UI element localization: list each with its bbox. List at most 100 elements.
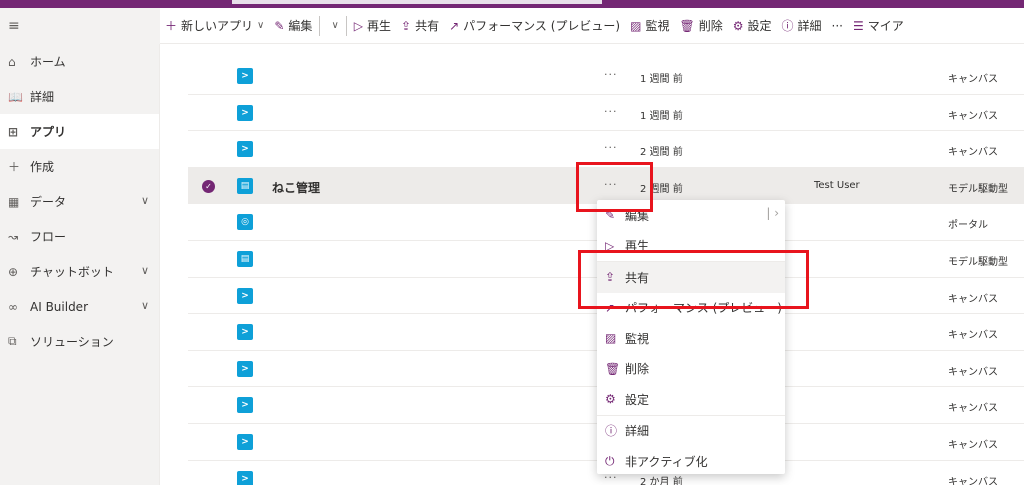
share-button[interactable]: ⇪ 共有 (396, 8, 444, 43)
plus-icon: ＋ (165, 19, 178, 33)
sidebar-item-label: AI Builder (30, 299, 89, 314)
sidebar-item-label: ソリューション (30, 335, 114, 349)
row-context-menu: ✎ 編集 | › ▷ 再生 ⇪ 共有 ↗ パフォーマンス (プレビュー) ▨ 監… (597, 200, 785, 474)
sidebar-item-learn[interactable]: 📖 詳細 (0, 79, 159, 114)
sidebar-item-flows[interactable]: ↝ フロー (0, 219, 159, 254)
sidebar-item-home[interactable]: ⌂ ホーム (0, 44, 159, 79)
row-more-actions-button[interactable]: ··· (604, 105, 618, 118)
sidebar-item-data[interactable]: ▦ データ ∨ (0, 184, 159, 219)
left-navigation: ⌂ ホーム 📖 詳細 ⊞ アプリ ＋ 作成 ▦ データ ∨ ↝ フロー ⊕ チャ… (0, 44, 160, 485)
monitor-button[interactable]: ▨ 監視 (625, 8, 674, 43)
menu-item-settings[interactable]: ⚙ 設定 (597, 384, 785, 415)
type-cell: キャンバス (948, 439, 998, 451)
modified-cell: 1 週間 前 (640, 74, 683, 85)
sidebar-item-solutions[interactable]: ⧉ ソリューション (0, 324, 159, 359)
table-row[interactable]: > ··· 1 週間 前 キャンバス (188, 58, 1024, 95)
canvas-app-icon: > (237, 360, 253, 377)
type-cell: モデル駆動型 (948, 256, 1008, 268)
menu-item-details[interactable]: ⓘ 詳細 (597, 416, 785, 447)
menu-item-monitor[interactable]: ▨ 監視 (597, 323, 785, 354)
share-icon: ⇪ (401, 18, 412, 33)
sidebar-item-create[interactable]: ＋ 作成 (0, 149, 159, 184)
sidebar-item-apps[interactable]: ⊞ アプリ (0, 114, 159, 149)
menu-item-label: 詳細 (625, 424, 650, 439)
performance-button[interactable]: ↗ パフォーマンス (プレビュー) (444, 8, 625, 43)
menu-item-label: 非アクティブ化 (625, 454, 708, 469)
menu-item-delete[interactable]: 🗑 削除 (597, 354, 785, 385)
more-commands-button[interactable]: ··· (827, 8, 848, 43)
sidebar-item-chatbots[interactable]: ⊕ チャットボット ∨ (0, 254, 159, 289)
info-icon: ⓘ (781, 19, 794, 33)
gear-icon: ⚙ (732, 18, 744, 33)
header-search-area[interactable] (232, 0, 602, 4)
monitor-icon: ▨ (630, 18, 642, 33)
sidebar-item-label: フロー (30, 230, 67, 244)
sidebar-item-label: アプリ (30, 125, 67, 139)
my-apps-label: マイア (867, 19, 904, 33)
monitor-label: 監視 (645, 19, 670, 33)
settings-button[interactable]: ⚙ 設定 (728, 8, 777, 43)
modified-cell: 2 週間 前 (640, 147, 683, 159)
delete-button[interactable]: 🗑 削除 (674, 8, 727, 43)
play-button[interactable]: ▷ 再生 (349, 8, 396, 43)
canvas-app-icon: > (237, 287, 253, 304)
new-app-button[interactable]: ＋ 新しいアプリ ∨ (160, 8, 269, 43)
edit-options-button[interactable]: ∨ (322, 8, 343, 43)
menu-item-label: 設定 (625, 392, 650, 407)
chevron-right-icon[interactable]: | › (766, 206, 779, 220)
chevron-down-icon[interactable]: ∨ (141, 299, 149, 312)
model-driven-app-icon: ▤ (237, 177, 253, 194)
model-driven-app-icon: ▤ (237, 250, 253, 267)
table-icon: ▦ (8, 194, 20, 209)
settings-label: 設定 (747, 19, 772, 33)
details-button[interactable]: ⓘ 詳細 (777, 8, 827, 43)
app-name-link[interactable]: ねこ管理 (272, 179, 320, 196)
chevron-down-icon[interactable]: ∨ (141, 194, 149, 207)
play-label: 再生 (367, 19, 392, 33)
solutions-icon: ⧉ (8, 334, 17, 348)
menu-item-label: 監視 (625, 331, 650, 346)
details-label: 詳細 (797, 19, 822, 33)
sidebar-item-label: 詳細 (30, 90, 55, 104)
power-icon: ⏻ (605, 453, 615, 468)
chevron-down-icon[interactable]: ∨ (141, 264, 149, 277)
flow-icon: ↝ (8, 229, 19, 244)
modified-cell: 1 週間 前 (640, 110, 683, 122)
type-cell: キャンバス (948, 476, 998, 485)
type-cell: キャンバス (948, 147, 998, 159)
canvas-app-icon: > (237, 324, 253, 341)
canvas-app-icon: > (237, 433, 253, 450)
menu-item-deactivate[interactable]: ⏻ 非アクティブ化 (597, 446, 785, 477)
table-row[interactable]: > ··· 1 週間 前 キャンバス (188, 95, 1024, 132)
sidebar-item-label: 作成 (30, 160, 55, 174)
hamburger-area: ≡ (0, 8, 160, 44)
type-cell: ポータル (948, 220, 988, 232)
edit-button[interactable]: ✎ 編集 (269, 8, 317, 43)
pencil-icon: ✎ (274, 18, 285, 33)
new-app-label: 新しいアプリ (181, 19, 254, 33)
apps-icon: ⊞ (8, 124, 19, 139)
row-more-actions-button[interactable]: ··· (604, 68, 618, 81)
command-bar: ＋ 新しいアプリ ∨ ✎ 編集 ∨ ▷ 再生 ⇪ 共有 ↗ パフォーマンス (プ… (160, 8, 1024, 44)
monitor-icon: ▨ (605, 331, 617, 346)
sidebar-item-ai-builder[interactable]: ∞ AI Builder ∨ (0, 289, 159, 324)
sidebar-item-label: チャットボット (30, 265, 114, 279)
type-cell: モデル駆動型 (948, 183, 1008, 195)
share-label: 共有 (415, 19, 440, 33)
type-cell: キャンバス (948, 110, 998, 122)
divider (345, 15, 347, 36)
filter-list-icon: ☰ (852, 18, 864, 33)
delete-label: 削除 (698, 19, 723, 33)
divider (319, 15, 321, 36)
row-more-actions-button[interactable]: ··· (604, 141, 618, 154)
canvas-app-icon: > (237, 141, 253, 158)
chevron-down-icon[interactable]: ∨ (257, 20, 264, 31)
row-checked-icon[interactable]: ✓ (202, 179, 215, 193)
gear-icon: ⚙ (605, 392, 616, 407)
canvas-app-icon: > (237, 104, 253, 121)
hamburger-menu-icon[interactable]: ≡ (8, 18, 20, 34)
ai-builder-icon: ∞ (8, 299, 18, 314)
type-cell: キャンバス (948, 74, 998, 85)
highlight-box-share (578, 250, 809, 309)
my-apps-filter-button[interactable]: ☰ マイア (848, 8, 909, 43)
